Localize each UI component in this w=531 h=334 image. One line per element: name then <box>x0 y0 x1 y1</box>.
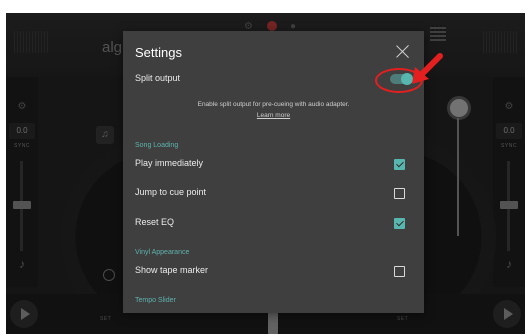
setting-label: Jump to cue point <box>135 187 207 197</box>
setting-label: Play immediately <box>135 158 204 168</box>
setting-row-show-tape-marker[interactable]: Show tape marker <box>123 259 424 285</box>
section-header-tempo-slider: Tempo Slider <box>135 297 176 304</box>
section-header-song-loading: Song Loading <box>135 142 179 149</box>
checkbox-icon[interactable] <box>394 266 405 277</box>
checkbox-icon[interactable] <box>394 218 405 229</box>
checkbox-icon[interactable] <box>394 159 405 170</box>
setting-row-jump-to-cue[interactable]: Jump to cue point <box>123 181 424 207</box>
dialog-title: Settings <box>135 45 182 60</box>
split-output-info: Enable split output for pre-cueing with … <box>197 101 350 108</box>
split-output-label: Split output <box>135 73 181 83</box>
setting-row-reset-eq[interactable]: Reset EQ <box>123 211 424 237</box>
section-header-vinyl-appearance: Vinyl Appearance <box>135 249 190 256</box>
learn-more-link[interactable]: Learn more <box>123 112 424 119</box>
setting-row-play-immediately[interactable]: Play immediately <box>123 152 424 178</box>
setting-label: Reset EQ <box>135 217 175 227</box>
close-icon[interactable] <box>395 44 411 60</box>
setting-label: Show tape marker <box>135 265 209 275</box>
arrow-icon <box>412 53 443 84</box>
checkbox-icon[interactable] <box>394 188 405 199</box>
